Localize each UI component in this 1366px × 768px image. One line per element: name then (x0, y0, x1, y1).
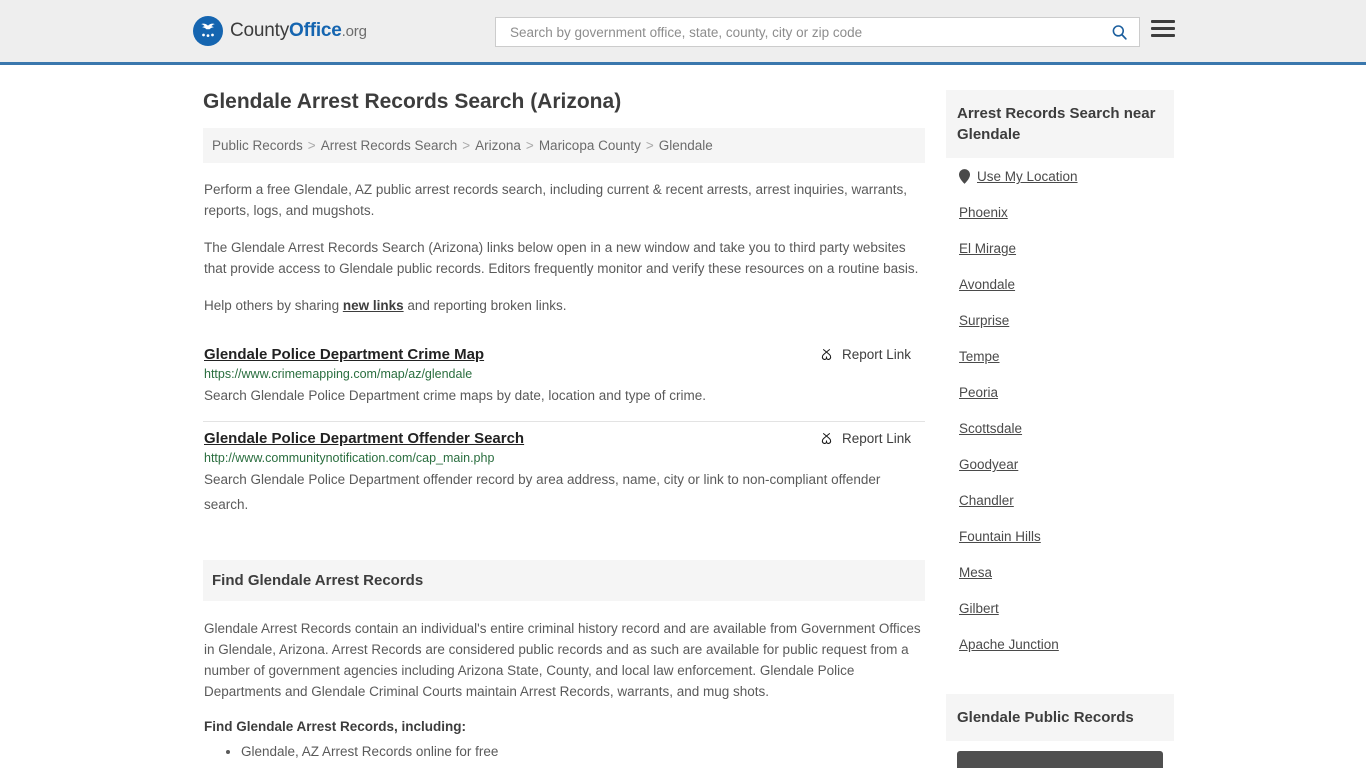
section-heading: Find Glendale Arrest Records (203, 560, 925, 601)
sidebar-item-tempe[interactable]: Tempe (948, 338, 1174, 374)
list-item: Mugshots and arrest photos (241, 763, 925, 768)
sidebar-item-surprise[interactable]: Surprise (948, 302, 1174, 338)
report-link-button[interactable]: Report Link (819, 347, 911, 362)
sidebar-item-label: Use My Location (977, 169, 1078, 184)
report-link-label: Report Link (841, 347, 911, 362)
breadcrumb-item-arrest-records-search[interactable]: Arrest Records Search (321, 138, 458, 153)
sidebar-item-label: Apache Junction (959, 637, 1059, 652)
sidebar-item-label: Goodyear (959, 457, 1019, 472)
logo-text-county: County (230, 20, 290, 41)
sidebar-item-label: Chandler (959, 493, 1014, 508)
sidebar: Arrest Records Search near Glendale Use … (946, 65, 1174, 768)
map-pin-icon (959, 169, 970, 184)
result-description: Search Glendale Police Department offend… (204, 472, 881, 512)
sidebar-item-label: Fountain Hills (959, 529, 1041, 544)
sidebar-item-label: Peoria (959, 385, 999, 400)
breadcrumb: Public Records > Arrest Records Search > Ari… (203, 128, 925, 163)
sidebar-item-scottsdale[interactable]: Scottsdale (948, 410, 1174, 446)
sidebar-secondary-heading: Glendale Public Records (946, 694, 1174, 741)
report-link-label: Report Link (841, 431, 911, 446)
hamburger-bar (1151, 27, 1175, 30)
report-link-button[interactable]: Report Link (819, 431, 911, 446)
sidebar-item-label: Surprise (959, 313, 1010, 328)
section-bullet-list: Glendale, AZ Arrest Records online for f… (203, 740, 925, 768)
logo-text-office: Office (289, 20, 342, 41)
breadcrumb-separator: > (462, 138, 471, 153)
sidebar-item-label: Avondale (959, 277, 1016, 292)
page-title: Glendale Arrest Records Search (Arizona) (203, 90, 622, 113)
sidebar-item-apache-junction[interactable]: Apache Junction (948, 626, 1174, 662)
sidebar-item-el-mirage[interactable]: El Mirage (948, 230, 1174, 266)
section-subheading: Find Glendale Arrest Records, including: (204, 719, 467, 734)
broken-link-icon (821, 349, 832, 360)
sidebar-link-list: Use My Location Phoenix El Mirage Avonda… (946, 158, 1174, 662)
breadcrumb-separator: > (307, 138, 316, 153)
search-bar[interactable] (495, 17, 1140, 47)
sidebar-item-label: Phoenix (959, 205, 1008, 220)
sidebar-item-gilbert[interactable]: Gilbert (948, 590, 1174, 626)
list-item: Glendale, AZ Arrest Records online for f… (241, 740, 925, 763)
breadcrumb-item-maricopa-county[interactable]: Maricopa County (539, 138, 641, 153)
intro-paragraph-1: Perform a free Glendale, AZ public arres… (204, 182, 908, 218)
share-text-before: Help others by sharing (204, 298, 343, 313)
sidebar-item-phoenix[interactable]: Phoenix (948, 194, 1174, 230)
sidebar-item-use-my-location[interactable]: Use My Location (948, 158, 1174, 194)
sidebar-item-goodyear[interactable]: Goodyear (948, 446, 1174, 482)
result-item: Glendale Police Department Crime Map Rep… (203, 338, 925, 422)
page-body: Glendale Arrest Records Search (Arizona)… (0, 65, 1366, 768)
broken-link-icon (821, 433, 832, 444)
sidebar-item-label: Mesa (959, 565, 993, 580)
result-item: Glendale Police Department Offender Sear… (203, 422, 925, 530)
sidebar-item-avondale[interactable]: Avondale (948, 266, 1174, 302)
breadcrumb-separator: > (645, 138, 654, 153)
sidebar-item-label: Scottsdale (959, 421, 1023, 436)
section-body-text: Glendale Arrest Records contain an indiv… (204, 621, 921, 699)
new-links-link[interactable]: new links (343, 298, 404, 313)
breadcrumb-item-public-records[interactable]: Public Records (212, 138, 303, 153)
sidebar-item-label: El Mirage (959, 241, 1017, 256)
hamburger-bar (1151, 20, 1175, 23)
search-input[interactable] (508, 23, 1108, 41)
result-url: http://www.communitynotification.com/cap… (204, 451, 495, 465)
logo-text: CountyOffice.org (230, 20, 367, 42)
hamburger-menu-icon[interactable] (1151, 20, 1175, 37)
site-header: CountyOffice.org (0, 0, 1366, 65)
sidebar-records-button[interactable] (957, 751, 1163, 768)
sidebar-heading: Arrest Records Search near Glendale (946, 90, 1174, 158)
search-icon (1112, 24, 1127, 40)
eagle-seal-icon (193, 16, 223, 46)
sidebar-item-peoria[interactable]: Peoria (948, 374, 1174, 410)
site-logo[interactable]: CountyOffice.org (193, 16, 367, 46)
sidebar-item-fountain-hills[interactable]: Fountain Hills (948, 518, 1174, 554)
breadcrumb-item-arizona[interactable]: Arizona (475, 138, 521, 153)
result-description: Search Glendale Police Department crime … (204, 388, 706, 403)
share-text-after: and reporting broken links. (403, 298, 567, 313)
result-title-link[interactable]: Glendale Police Department Crime Map (204, 346, 484, 363)
logo-text-org: .org (341, 23, 367, 40)
result-url: https://www.crimemapping.com/map/az/glen… (204, 367, 473, 381)
sidebar-item-label: Tempe (959, 349, 1000, 364)
breadcrumb-item-glendale[interactable]: Glendale (659, 138, 713, 153)
intro-paragraph-2: The Glendale Arrest Records Search (Ariz… (204, 240, 919, 276)
intro-paragraph-3: Help others by sharing new links and rep… (204, 295, 925, 316)
sidebar-item-mesa[interactable]: Mesa (948, 554, 1174, 590)
result-list: Glendale Police Department Crime Map Rep… (203, 338, 925, 530)
main-content: Glendale Arrest Records Search (Arizona)… (203, 65, 925, 768)
sidebar-item-chandler[interactable]: Chandler (948, 482, 1174, 518)
search-button[interactable] (1108, 23, 1131, 42)
result-title-link[interactable]: Glendale Police Department Offender Sear… (204, 430, 524, 447)
hamburger-bar (1151, 34, 1175, 37)
breadcrumb-separator: > (525, 138, 534, 153)
sidebar-item-label: Gilbert (959, 601, 999, 616)
